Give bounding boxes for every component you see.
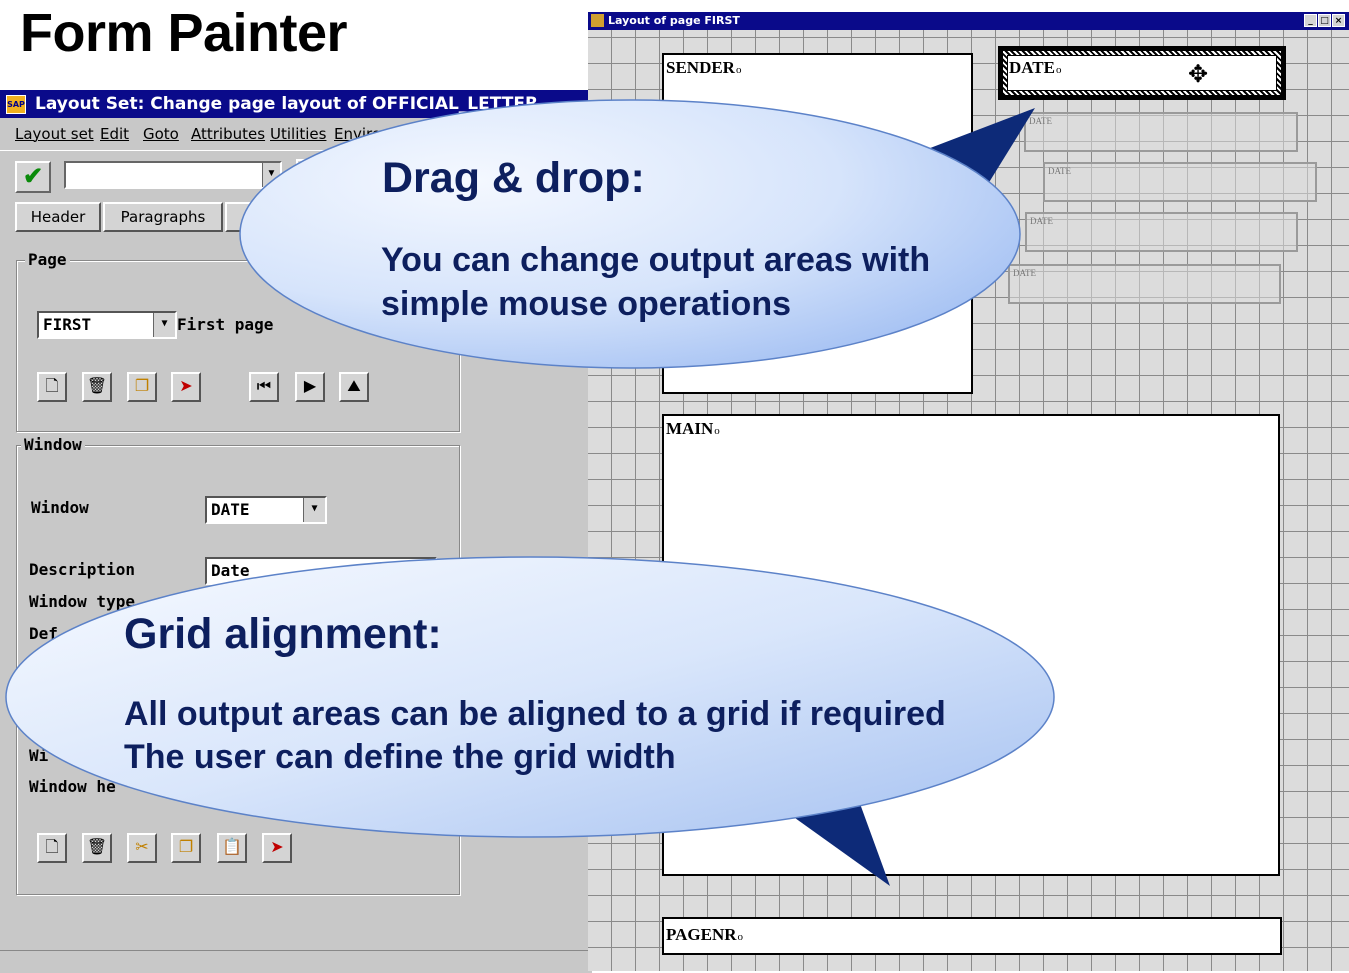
window-group: Window Window DATE ▼ Description Date Wi… (16, 435, 460, 895)
sap-app-icon: SAP (6, 95, 26, 114)
pagenr-window-area[interactable]: PAGENRo (662, 917, 1282, 955)
grid-callout-line2: The user can define the grid width (124, 738, 676, 776)
tab-more[interactable] (225, 202, 265, 232)
grid-callout-line1: All output areas can be aligned to a gri… (124, 695, 946, 733)
window-select-value: DATE (211, 500, 250, 519)
window-select[interactable]: DATE ▼ (205, 496, 327, 524)
chevron-down-icon[interactable]: ▼ (153, 313, 175, 337)
ghost-outline: DATE (1025, 212, 1298, 252)
cut-icon[interactable]: ✂ (127, 833, 157, 863)
maximize-icon[interactable]: □ (1318, 14, 1331, 27)
menu-edit[interactable]: Edit (100, 125, 129, 143)
page-select-value: FIRST (43, 315, 92, 334)
dialog-title: Layout Set: Change page layout of OFFICI… (35, 94, 539, 114)
drag-callout-heading: Drag & drop: (382, 154, 645, 202)
close-icon[interactable]: × (1332, 14, 1345, 27)
delete-window-icon[interactable]: 🗑 (82, 833, 112, 863)
menu-goto[interactable]: Goto (143, 125, 179, 143)
enter-check-icon[interactable]: ✔ (15, 161, 51, 193)
menu-attributes[interactable]: Attributes (191, 125, 265, 143)
create-window-icon[interactable]: 🗋 (37, 833, 67, 863)
default-label: Def (29, 624, 58, 643)
tab-strip: Header Paragraphs (0, 200, 592, 236)
next-page-icon[interactable]: ▶ (295, 372, 325, 402)
window-type-label: Window type (29, 592, 135, 611)
date-window-area[interactable]: DATEo (998, 46, 1286, 100)
layout-graphic-icon[interactable]: ⛰ (339, 372, 369, 402)
ghost-outline: DATE (1024, 112, 1298, 152)
window-icon (591, 14, 604, 27)
tab-header[interactable]: Header (15, 202, 101, 232)
ghost-outline: DATE (1008, 264, 1281, 304)
page-group-label: Page (25, 250, 70, 269)
window-width-label: Wi (29, 746, 49, 765)
menu-bar: Layout set Edit Goto Attributes Utilitie… (0, 119, 592, 149)
ghost-outline: DATE (1043, 162, 1317, 202)
layout-set-dialog: SAP Layout Set: Change page layout of OF… (0, 88, 592, 973)
copy-window-icon[interactable]: ❐ (171, 833, 201, 863)
move-cursor-icon: ✥ (1188, 61, 1209, 88)
window-label: Window (31, 498, 89, 517)
command-field[interactable]: ▼ (64, 161, 282, 189)
grid-callout-heading: Grid alignment: (124, 610, 442, 658)
menu-utilities[interactable]: Utilities (270, 125, 326, 143)
chevron-down-icon[interactable]: ▼ (303, 498, 325, 522)
page-select[interactable]: FIRST ▼ (37, 311, 177, 339)
main-label: MAINo (666, 419, 720, 438)
drag-callout-body: You can change output areas with simple … (381, 241, 931, 323)
paste-icon[interactable]: 📋 (217, 833, 247, 863)
window-group-label: Window (21, 435, 85, 454)
sender-window-area[interactable]: SENDERo (662, 53, 973, 394)
toolbar-button[interactable] (296, 159, 336, 191)
date-label: DATEo (1009, 58, 1062, 77)
copy-page-icon[interactable]: ❐ (127, 372, 157, 402)
create-page-icon[interactable]: 🗋 (37, 372, 67, 402)
menu-layout-set[interactable]: Layout set (15, 125, 94, 143)
menu-environment[interactable]: Environ (334, 125, 391, 143)
layout-titlebar: Layout of page FIRST _ □ × (588, 12, 1349, 30)
description-label: Description (29, 560, 135, 579)
sender-label: SENDERo (666, 58, 742, 77)
main-window-area[interactable]: MAINo (662, 414, 1280, 876)
status-divider (0, 950, 592, 951)
minimize-icon[interactable]: _ (1304, 14, 1317, 27)
layout-title: Layout of page FIRST (608, 14, 740, 27)
dialog-titlebar: SAP Layout Set: Change page layout of OF… (0, 90, 592, 118)
pagenr-label: PAGENRo (666, 925, 744, 944)
chevron-down-icon[interactable]: ▼ (262, 163, 280, 187)
description-field[interactable]: Date (205, 557, 437, 585)
delete-page-icon[interactable]: 🗑 (82, 372, 112, 402)
next-step-icon[interactable]: ➤ (262, 833, 292, 863)
tab-paragraphs[interactable]: Paragraphs (103, 202, 223, 232)
first-page-icon[interactable]: ⏮ (249, 372, 279, 402)
next-step-icon[interactable]: ➤ (171, 372, 201, 402)
page-description: First page (177, 315, 274, 334)
page-layout-window: Layout of page FIRST _ □ × SENDERo DATE … (588, 12, 1349, 971)
slide-title: Form Painter (20, 3, 348, 63)
window-height-label: Window he (29, 777, 116, 796)
